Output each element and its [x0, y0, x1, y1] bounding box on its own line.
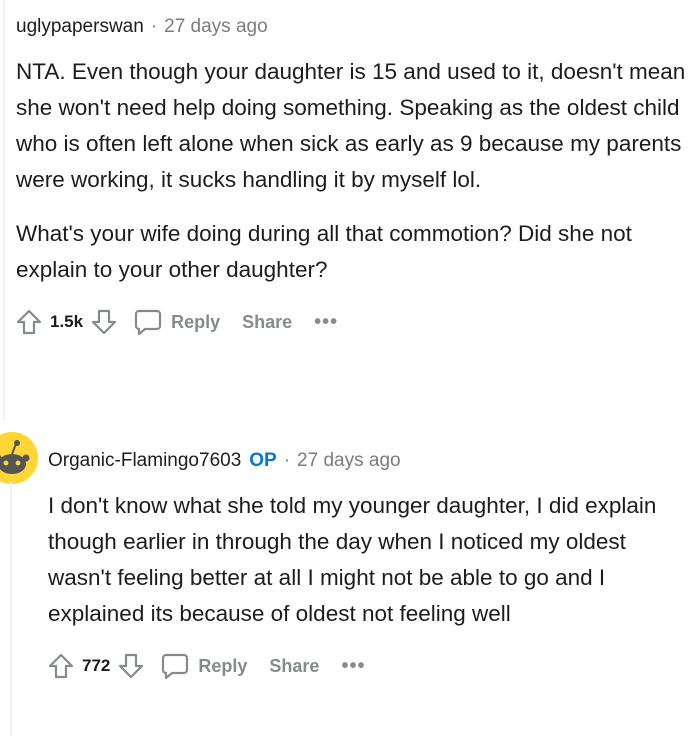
comment: uglypaperswan · 27 days ago NTA. Even th…: [16, 12, 686, 342]
comment-body: I don't know what she told my younger da…: [48, 488, 688, 632]
reply-label: Reply: [171, 311, 221, 332]
share-button[interactable]: Share: [242, 312, 292, 333]
comment-actions: 772 Reply Share •••: [44, 646, 688, 686]
reply-icon: [134, 309, 162, 336]
comment-meta: uglypaperswan · 27 days ago: [16, 12, 686, 42]
reply-label: Reply: [198, 655, 248, 676]
reply-button[interactable]: Reply: [133, 307, 220, 337]
more-options-button[interactable]: •••: [341, 655, 365, 678]
more-options-button[interactable]: •••: [314, 311, 338, 334]
comment-author[interactable]: Organic-Flamingo7603: [48, 450, 241, 472]
meta-separator: ·: [150, 16, 158, 37]
downvote-button[interactable]: [114, 649, 148, 683]
comment-timestamp[interactable]: 27 days ago: [297, 450, 401, 472]
op-badge: OP: [249, 450, 277, 471]
upvote-icon: [48, 653, 74, 679]
comment-author[interactable]: uglypaperswan: [16, 16, 144, 38]
comment-paragraph: NTA. Even though your daughter is 15 and…: [16, 59, 686, 192]
thread-line[interactable]: [3, 0, 5, 420]
vote-score: 772: [82, 656, 111, 675]
comment-paragraph: I don't know what she told my younger da…: [48, 493, 657, 626]
comment-paragraph: What's your wife doing during all that c…: [16, 221, 632, 282]
downvote-icon: [91, 309, 117, 335]
share-button[interactable]: Share: [269, 656, 319, 677]
vote-score: 1.5k: [50, 312, 84, 331]
comment-actions: 1.5k Reply Share •••: [12, 302, 686, 342]
upvote-icon: [16, 309, 42, 335]
comment-timestamp[interactable]: 27 days ago: [164, 16, 268, 38]
reply-icon: [162, 653, 189, 680]
comment-meta: Organic-Flamingo7603 OP · 27 days ago: [48, 446, 688, 476]
reply-button[interactable]: Reply: [160, 651, 247, 681]
downvote-button[interactable]: [87, 305, 121, 339]
snoo-avatar-icon: [0, 432, 38, 484]
thread-line[interactable]: [10, 482, 12, 736]
upvote-button[interactable]: [12, 305, 46, 339]
comment: Organic-Flamingo7603 OP · 27 days ago I …: [48, 446, 688, 686]
downvote-icon: [119, 653, 144, 679]
upvote-button[interactable]: [44, 649, 78, 683]
meta-separator: ·: [283, 450, 291, 471]
avatar[interactable]: [0, 432, 38, 484]
comment-body: NTA. Even though your daughter is 15 and…: [16, 54, 686, 288]
